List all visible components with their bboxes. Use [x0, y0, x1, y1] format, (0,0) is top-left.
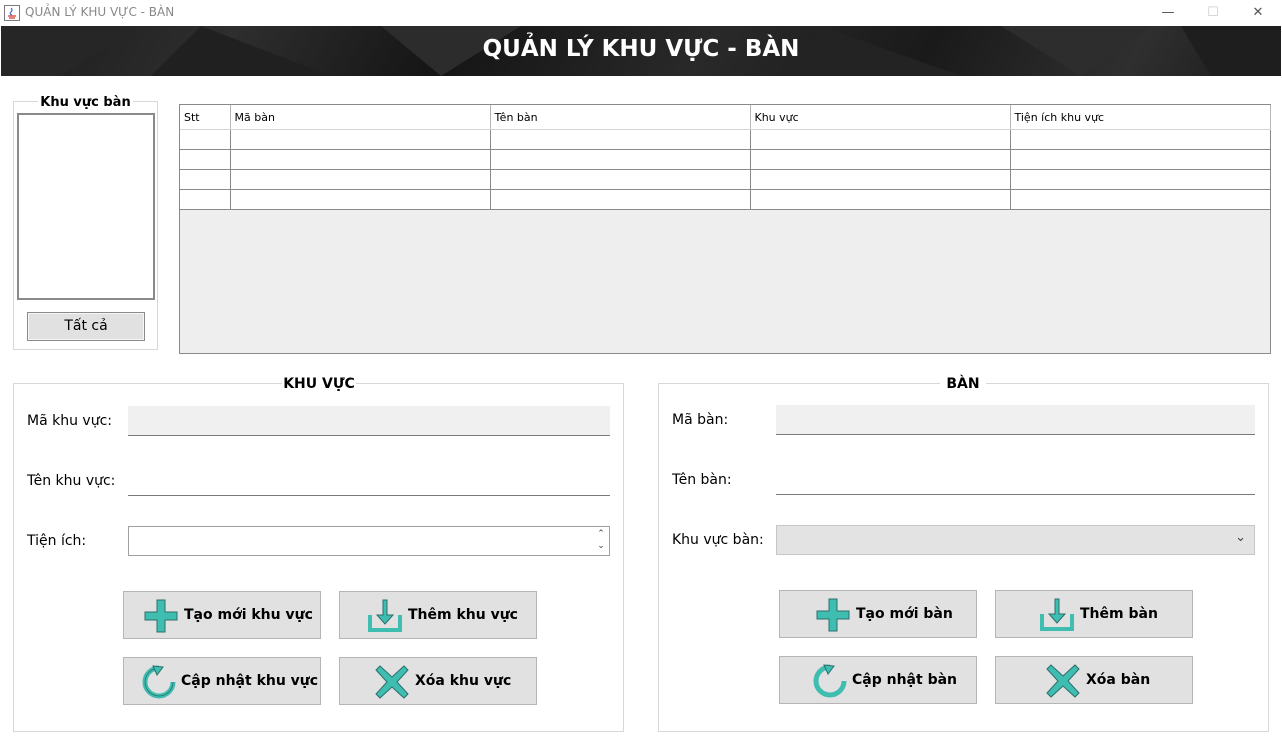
table-row[interactable]	[180, 189, 1271, 210]
chevron-down-icon[interactable]: ⌄	[1235, 530, 1246, 545]
minimize-button[interactable]: —	[1145, 0, 1191, 26]
delete-area-label: Xóa khu vực	[415, 673, 512, 689]
spinner-arrows-icon[interactable]: ⌃ ⌄	[595, 528, 607, 552]
column-header-stt[interactable]: Stt	[180, 105, 231, 130]
add-area-label: Thêm khu vực	[408, 607, 518, 623]
delete-table-label: Xóa bàn	[1086, 672, 1151, 688]
update-area-label: Cập nhật khu vực	[181, 673, 319, 689]
new-table-button[interactable]: Tạo mới bàn	[779, 590, 977, 638]
refresh-icon	[142, 665, 176, 699]
area-form-title: KHU VỰC	[282, 376, 356, 392]
close-button[interactable]: ✕	[1235, 0, 1281, 26]
area-name-label: Tên khu vực:	[27, 473, 116, 489]
x-icon	[1046, 664, 1080, 698]
table-name-field[interactable]	[776, 465, 1255, 495]
tables-table: Stt Mã bàn Tên bàn Khu vực Tiện ích khu …	[180, 105, 1271, 210]
new-area-label: Tạo mới khu vực	[184, 607, 313, 623]
table-area-select[interactable]: ⌄	[776, 525, 1255, 555]
plus-icon	[144, 599, 178, 633]
x-icon	[375, 665, 409, 699]
download-icon	[1040, 598, 1074, 631]
table-row[interactable]	[180, 129, 1271, 150]
column-header-table-code[interactable]: Mã bàn	[230, 105, 491, 130]
all-areas-button[interactable]: Tất cả	[27, 312, 145, 341]
area-list-title: Khu vực bàn	[38, 95, 133, 110]
page-title: QUẢN LÝ KHU VỰC - BÀN	[482, 36, 800, 62]
table-header-row: Stt Mã bàn Tên bàn Khu vực Tiện ích khu …	[180, 105, 1271, 130]
add-table-button[interactable]: Thêm bàn	[995, 590, 1193, 638]
window-title-bar	[0, 0, 1282, 26]
add-area-button[interactable]: Thêm khu vực	[339, 591, 537, 639]
new-area-button[interactable]: Tạo mới khu vực	[123, 591, 321, 639]
column-header-table-name[interactable]: Tên bàn	[490, 105, 751, 130]
area-code-field[interactable]	[128, 406, 610, 436]
table-code-field[interactable]	[776, 405, 1255, 435]
update-area-button[interactable]: Cập nhật khu vực	[123, 657, 321, 705]
table-name-label: Tên bàn:	[672, 472, 732, 488]
area-code-label: Mã khu vực:	[27, 413, 112, 429]
refresh-icon	[813, 664, 847, 698]
table-form-title: BÀN	[940, 376, 986, 392]
add-table-label: Thêm bàn	[1080, 606, 1158, 622]
table-area-label: Khu vực bàn:	[672, 532, 764, 548]
area-name-field[interactable]	[128, 466, 610, 496]
tables-grid[interactable]: Stt Mã bàn Tên bàn Khu vực Tiện ích khu …	[179, 104, 1271, 354]
delete-table-button[interactable]: Xóa bàn	[995, 656, 1193, 704]
table-row[interactable]	[180, 149, 1271, 170]
update-table-label: Cập nhật bàn	[852, 672, 957, 688]
plus-icon	[816, 598, 850, 632]
delete-area-button[interactable]: Xóa khu vực	[339, 657, 537, 705]
window-title: QUẢN LÝ KHU VỰC - BÀN	[25, 5, 175, 19]
download-icon	[368, 599, 402, 632]
area-utility-label: Tiện ích:	[27, 533, 87, 549]
column-header-area-utility[interactable]: Tiện ích khu vực	[1010, 105, 1271, 130]
new-table-label: Tạo mới bàn	[856, 606, 953, 622]
area-utility-field[interactable]: ⌃ ⌄	[128, 526, 610, 556]
maximize-button[interactable]: ☐	[1190, 0, 1236, 26]
java-app-icon	[4, 5, 20, 21]
column-header-area[interactable]: Khu vực	[750, 105, 1011, 130]
update-table-button[interactable]: Cập nhật bàn	[779, 656, 977, 704]
table-row[interactable]	[180, 169, 1271, 190]
area-list[interactable]	[17, 113, 155, 300]
table-code-label: Mã bàn:	[672, 412, 729, 428]
